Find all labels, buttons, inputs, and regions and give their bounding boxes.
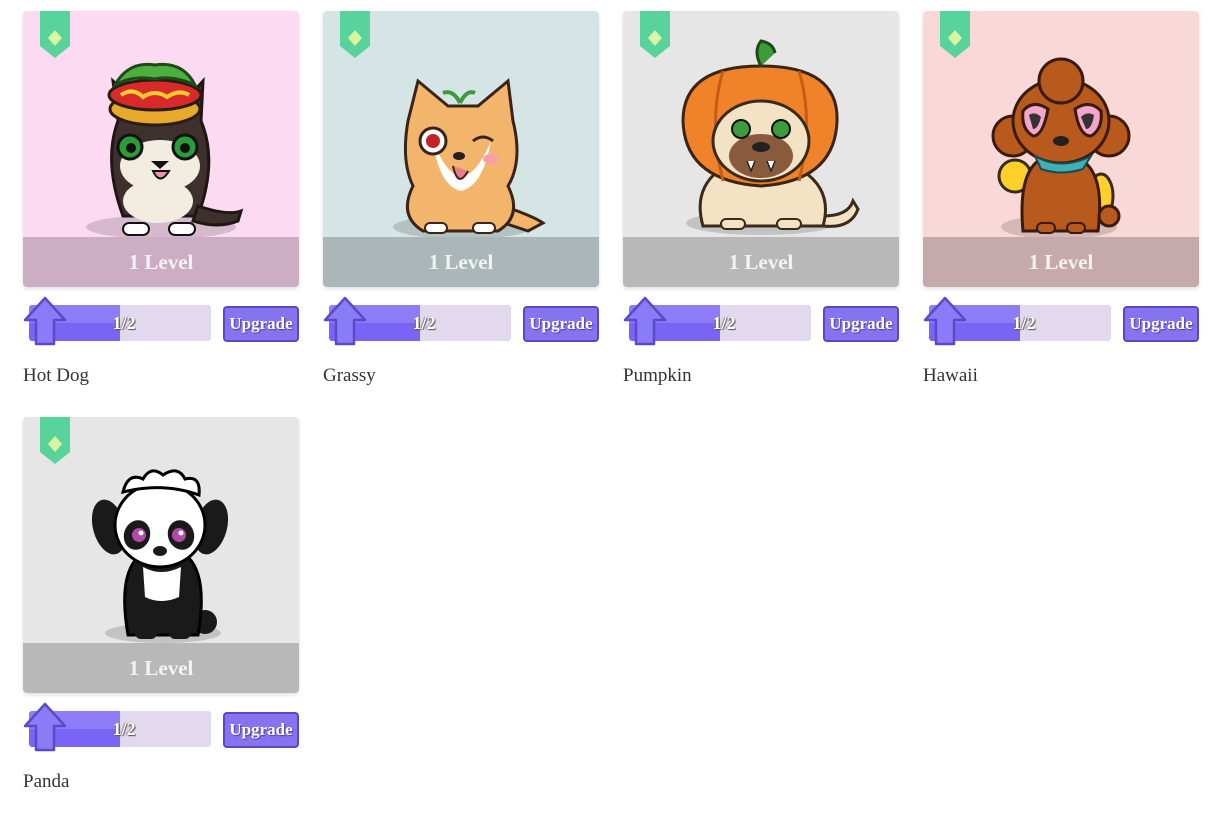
level-label: 1 Level: [323, 237, 599, 287]
pet-name: Pumpkin: [623, 365, 692, 386]
progress-text: 1/2: [112, 719, 136, 739]
ribbon-gem-icon: [40, 417, 70, 464]
ribbon-gem-icon: [340, 11, 370, 58]
pet-card[interactable]: 1 Level 1/2 Upgrade Pumpkin: [623, 11, 899, 386]
ribbon-gem-icon: [640, 11, 670, 58]
progress-row: 1/2 Upgrade: [623, 296, 899, 346]
pet-card[interactable]: 1 Level 1/2 Upgrade Hawaii: [923, 11, 1199, 386]
progress-text: 1/2: [412, 313, 436, 333]
progress-text: 1/2: [112, 313, 136, 333]
progress-row: 1/2 Upgrade: [23, 296, 299, 346]
progress-text: 1/2: [712, 313, 736, 333]
upgrade-button[interactable]: Upgrade: [523, 306, 599, 342]
level-label: 1 Level: [23, 237, 299, 287]
pet-name: Panda: [23, 771, 70, 792]
pet-artwork[interactable]: 1 Level: [323, 11, 599, 287]
pet-name: Hot Dog: [23, 365, 89, 386]
progress-row: 1/2 Upgrade: [23, 702, 299, 752]
progress-row: 1/2 Upgrade: [923, 296, 1199, 346]
pet-artwork[interactable]: 1 Level: [23, 417, 299, 693]
arrow-up-icon: [623, 296, 667, 346]
upgrade-button[interactable]: Upgrade: [223, 712, 299, 748]
level-label: 1 Level: [23, 643, 299, 693]
upgrade-button[interactable]: Upgrade: [823, 306, 899, 342]
arrow-up-icon: [923, 296, 967, 346]
pet-name: Hawaii: [923, 365, 978, 386]
upgrade-button[interactable]: Upgrade: [223, 306, 299, 342]
arrow-up-icon: [23, 702, 67, 752]
pet-name: Grassy: [323, 365, 376, 386]
level-label: 1 Level: [623, 237, 899, 287]
ribbon-gem-icon: [940, 11, 970, 58]
progress-row: 1/2 Upgrade: [323, 296, 599, 346]
arrow-up-icon: [323, 296, 367, 346]
pet-artwork[interactable]: 1 Level: [923, 11, 1199, 287]
ribbon-gem-icon: [40, 11, 70, 58]
upgrade-button[interactable]: Upgrade: [1123, 306, 1199, 342]
pet-card[interactable]: 1 Level 1/2 Upgrade Grassy: [323, 11, 599, 386]
arrow-up-icon: [23, 296, 67, 346]
level-label: 1 Level: [923, 237, 1199, 287]
pet-card[interactable]: 1 Level 1/2 Upgrade Panda: [23, 417, 299, 792]
pet-artwork[interactable]: 1 Level: [23, 11, 299, 287]
pet-card[interactable]: 1 Level 1/2 Upgrade Hot Dog: [23, 11, 299, 386]
progress-text: 1/2: [1012, 313, 1036, 333]
pet-artwork[interactable]: 1 Level: [623, 11, 899, 287]
